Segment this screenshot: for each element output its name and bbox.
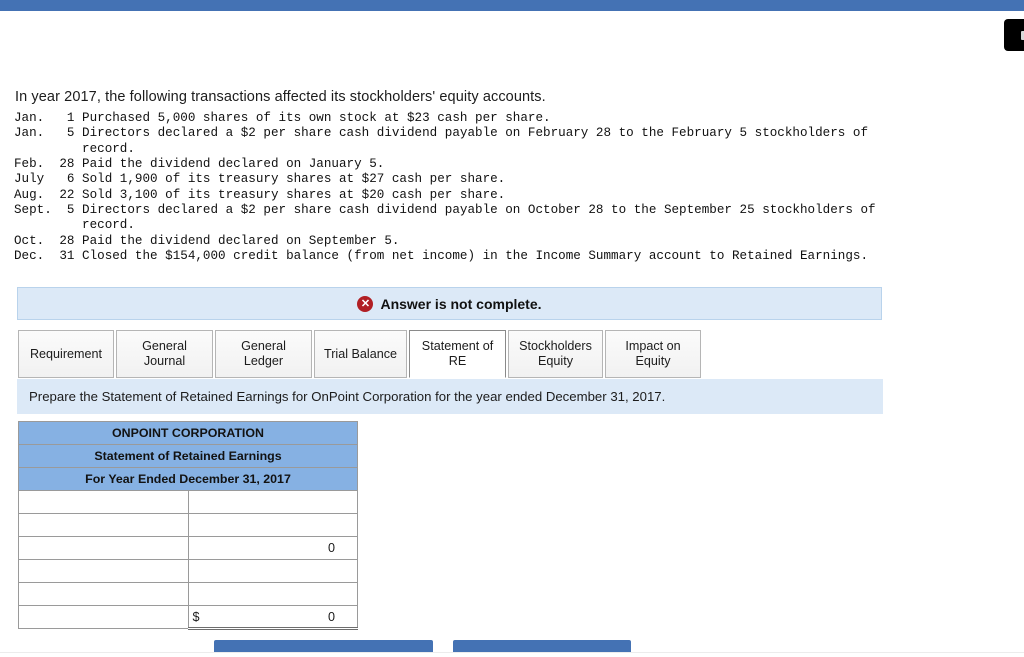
- statement-row: [18, 513, 358, 537]
- tab-label: General Ledger: [241, 339, 286, 368]
- statement-row: 0: [18, 536, 358, 560]
- page-bottom-edge: [0, 652, 1024, 657]
- statement-row: [18, 490, 358, 514]
- statement-title-row: For Year Ended December 31, 2017: [18, 467, 358, 491]
- worksheet-tab-strip: Requirement General Journal General Ledger Tr…: [18, 330, 703, 378]
- statement-of-retained-earnings-table: ONPOINT CORPORATION Statement of Retained…: [18, 421, 358, 630]
- tab-requirement[interactable]: Requirement: [18, 330, 114, 378]
- statement-row-label-cell[interactable]: [18, 582, 189, 606]
- tab-general-journal[interactable]: General Journal: [116, 330, 213, 378]
- statement-row-label-cell[interactable]: [18, 536, 189, 560]
- tab-stockholders-equity[interactable]: Stockholders Equity: [508, 330, 603, 378]
- statement-row: [18, 559, 358, 583]
- tab-trial-balance[interactable]: Trial Balance: [314, 330, 407, 378]
- tab-statement-of-re[interactable]: Statement of RE: [409, 330, 506, 378]
- statement-title-line-3: For Year Ended December 31, 2017: [18, 467, 358, 491]
- statement-title-line-1: ONPOINT CORPORATION: [18, 421, 358, 445]
- statement-row-amount-cell[interactable]: [187, 513, 358, 537]
- floating-overlay-widget[interactable]: [1004, 19, 1024, 51]
- tab-label: Statement of RE: [421, 339, 494, 368]
- statement-title-row: Statement of Retained Earnings: [18, 444, 358, 468]
- tab-general-ledger[interactable]: General Ledger: [215, 330, 312, 378]
- tab-label: Stockholders Equity: [519, 339, 592, 368]
- statement-title-line-2: Statement of Retained Earnings: [18, 444, 358, 468]
- answer-status-text: Answer is not complete.: [380, 295, 542, 312]
- intro-paragraph: In year 2017, the following transactions…: [15, 88, 546, 105]
- tab-label: Trial Balance: [323, 346, 398, 361]
- tab-label: Requirement: [29, 346, 103, 361]
- app-top-bar: [0, 0, 1024, 11]
- requirement-instruction-bar: Prepare the Statement of Retained Earnin…: [17, 379, 883, 414]
- requirement-instruction-text: Prepare the Statement of Retained Earnin…: [29, 389, 666, 404]
- statement-title-row: ONPOINT CORPORATION: [18, 421, 358, 445]
- transaction-list: Jan. 1 Purchased 5,000 shares of its own…: [14, 111, 876, 264]
- statement-row-amount-cell[interactable]: [187, 490, 358, 514]
- statement-row-amount-cell[interactable]: [187, 559, 358, 583]
- tab-impact-on-equity[interactable]: Impact on Equity: [605, 330, 701, 378]
- statement-row-label-cell[interactable]: [18, 490, 189, 514]
- statement-row: $0: [18, 605, 358, 630]
- tab-label: General Journal: [142, 339, 187, 368]
- tab-label: Impact on Equity: [625, 339, 681, 368]
- statement-row-amount-cell[interactable]: $0: [187, 605, 358, 630]
- statement-row-label-cell[interactable]: [18, 605, 189, 629]
- answer-status-banner: ✕ Answer is not complete.: [17, 287, 882, 320]
- statement-table-body: ONPOINT CORPORATION Statement of Retained…: [18, 421, 358, 630]
- statement-row-amount-cell[interactable]: 0: [187, 536, 358, 560]
- statement-row-label-cell[interactable]: [18, 559, 189, 583]
- statement-row-amount-cell[interactable]: [187, 582, 358, 606]
- statement-row-label-cell[interactable]: [18, 513, 189, 537]
- statement-row: [18, 582, 358, 606]
- currency-symbol: $: [192, 609, 200, 624]
- error-x-icon: ✕: [357, 295, 374, 312]
